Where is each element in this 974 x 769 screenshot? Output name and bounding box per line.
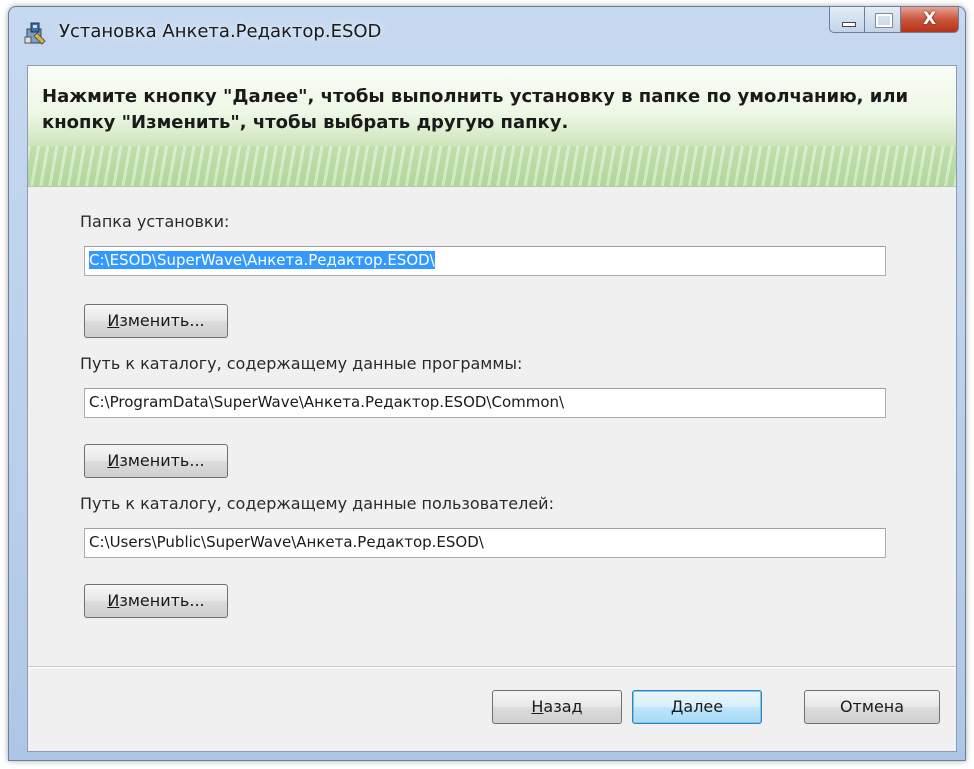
- title-bar[interactable]: Установка Анкета.Редактор.ESOD X: [9, 7, 965, 65]
- back-hotkey: Н: [531, 697, 544, 716]
- user-data-label: Путь к каталогу, содержащему данные поль…: [80, 494, 554, 513]
- next-hotkey: Д: [670, 697, 684, 716]
- close-icon: X: [922, 9, 937, 29]
- close-button[interactable]: X: [901, 7, 959, 33]
- change-install-folder-label: зменить...: [119, 311, 205, 330]
- footer-separator: [28, 666, 956, 668]
- program-data-value: C:\ProgramData\SuperWave\Анкета.Редактор…: [89, 393, 565, 411]
- installer-window: Установка Анкета.Редактор.ESOD X Нажмите…: [8, 6, 966, 761]
- maximize-button[interactable]: [865, 7, 901, 33]
- maximize-icon: [875, 13, 893, 28]
- user-data-field[interactable]: C:\Users\Public\SuperWave\Анкета.Редакто…: [84, 528, 886, 558]
- minimize-button[interactable]: [829, 7, 865, 33]
- next-label: алее: [683, 697, 724, 716]
- next-button[interactable]: Далее: [632, 690, 762, 724]
- change-program-data-hotkey: И: [107, 451, 120, 470]
- change-user-data-hotkey: И: [107, 591, 120, 610]
- user-data-value: C:\Users\Public\SuperWave\Анкета.Редакто…: [89, 533, 484, 551]
- change-install-folder-button[interactable]: Изменить...: [84, 304, 228, 338]
- install-folder-label: Папка установки:: [80, 212, 230, 231]
- install-folder-value: C:\ESOD\SuperWave\Анкета.Редактор.ESOD\: [89, 251, 435, 269]
- change-user-data-button[interactable]: Изменить...: [84, 584, 228, 618]
- banner-instruction: Нажмите кнопку "Далее", чтобы выполнить …: [42, 86, 909, 133]
- change-program-data-label: зменить...: [119, 451, 205, 470]
- caption-buttons: X: [829, 7, 959, 33]
- back-label: азад: [543, 697, 583, 716]
- program-data-field[interactable]: C:\ProgramData\SuperWave\Анкета.Редактор…: [84, 388, 886, 418]
- install-folder-field[interactable]: C:\ESOD\SuperWave\Анкета.Редактор.ESOD\: [84, 246, 886, 276]
- header-banner: Нажмите кнопку "Далее", чтобы выполнить …: [28, 66, 956, 187]
- program-data-label: Путь к каталогу, содержащему данные прог…: [80, 354, 523, 373]
- change-install-folder-hotkey: И: [107, 311, 120, 330]
- change-program-data-button[interactable]: Изменить...: [84, 444, 228, 478]
- installer-icon: [24, 22, 46, 45]
- minimize-icon: [842, 22, 856, 27]
- dialog-content: Нажмите кнопку "Далее", чтобы выполнить …: [27, 65, 957, 752]
- cancel-button[interactable]: Отмена: [804, 690, 940, 724]
- change-user-data-label: зменить...: [119, 591, 205, 610]
- back-button[interactable]: Назад: [492, 690, 622, 724]
- window-title: Установка Анкета.Редактор.ESOD: [59, 21, 382, 42]
